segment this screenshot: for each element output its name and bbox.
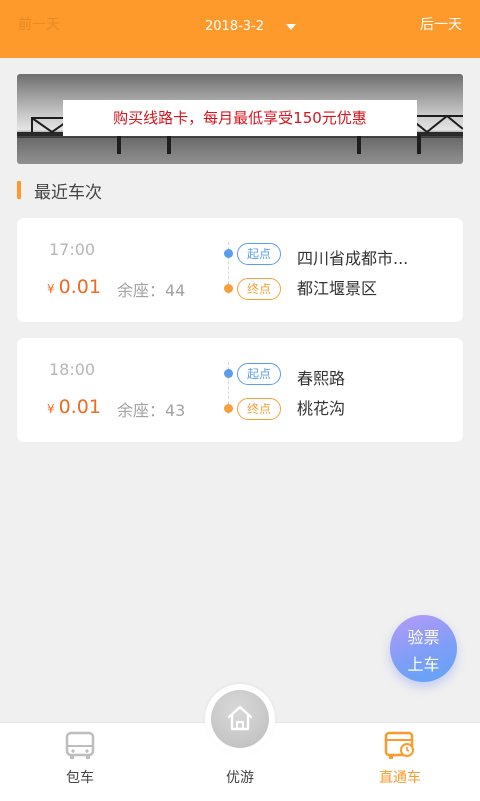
price-value: 0.01 (58, 396, 101, 418)
tab-charter[interactable]: 包车 (20, 723, 140, 801)
departure-time: 17:00 (49, 240, 96, 259)
trip-card[interactable]: 18:00 ¥0.01 余座：43 起点 终点 春熙路 桃花沟 (17, 338, 463, 442)
tab-express[interactable]: 直通车 (340, 723, 460, 801)
currency-symbol: ¥ (47, 402, 55, 416)
end-tag: 终点 (237, 278, 281, 300)
end-dot-icon (224, 404, 233, 413)
start-tag: 起点 (237, 363, 281, 385)
seats-remaining: 余座：43 (117, 401, 186, 420)
seats-remaining: 余座：44 (117, 281, 186, 300)
start-stop: 春熙路 (297, 369, 346, 388)
departure-time: 18:00 (49, 360, 96, 379)
bus-icon (65, 731, 95, 759)
trip-card[interactable]: 17:00 ¥0.01 余座：44 起点 终点 四川省成都市... 都江堰景区 (17, 218, 463, 322)
tab-label: 直通车 (379, 770, 421, 786)
end-dot-icon (224, 284, 233, 293)
end-stop: 桃花沟 (297, 399, 346, 418)
home-icon (227, 705, 253, 731)
end-tag: 终点 (237, 398, 281, 420)
check-ticket-board-button[interactable]: 验票 上车 (390, 615, 457, 682)
dropdown-caret-icon[interactable] (286, 24, 296, 30)
top-bar: 前一天 2018-3-2 后一天 (0, 0, 480, 58)
home-button[interactable] (211, 690, 269, 748)
date-selector[interactable]: 2018-3-2 (205, 19, 264, 34)
start-dot-icon (224, 369, 233, 378)
currency-symbol: ¥ (47, 282, 55, 296)
next-day-button[interactable]: 后一天 (420, 14, 462, 34)
price: ¥0.01 (47, 276, 101, 298)
end-stop: 都江堰景区 (297, 279, 378, 298)
price-value: 0.01 (58, 276, 101, 298)
fab-label-line2: 上车 (407, 655, 440, 674)
promo-banner[interactable]: 购买线路卡，每月最低享受150元优惠 (17, 74, 463, 164)
start-dot-icon (224, 249, 233, 258)
fab-label-line1: 验票 (407, 628, 440, 647)
promo-text: 购买线路卡，每月最低享受150元优惠 (63, 100, 417, 136)
express-bus-icon (384, 731, 414, 759)
start-tag: 起点 (237, 243, 281, 265)
tab-label: 优游 (226, 770, 254, 786)
section-title: 最近车次 (34, 183, 102, 203)
prev-day-button[interactable]: 前一天 (18, 14, 60, 34)
section-accent-bar (17, 181, 21, 199)
price: ¥0.01 (47, 396, 101, 418)
start-stop: 四川省成都市... (297, 249, 409, 268)
tab-label: 包车 (66, 770, 94, 786)
